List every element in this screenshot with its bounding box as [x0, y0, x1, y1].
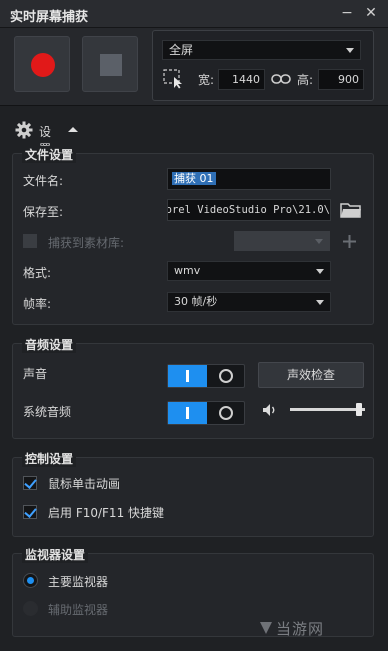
folder-icon[interactable] [340, 201, 362, 219]
title-bar: 实时屏幕捕获 − ✕ [0, 0, 388, 28]
format-dropdown[interactable]: wmv [167, 261, 331, 281]
toggle-on-icon [168, 402, 207, 424]
record-icon [31, 53, 55, 77]
close-icon[interactable]: ✕ [362, 4, 380, 22]
watermark-text: 当游网 [276, 620, 325, 638]
toggle-on-icon [168, 365, 207, 387]
saveto-value: Corel VideoStudio Pro\21.0\ [167, 204, 330, 216]
gear-icon [15, 121, 33, 139]
speaker-icon[interactable] [262, 403, 278, 417]
window-title: 实时屏幕捕获 [10, 10, 89, 25]
secondary-monitor-label: 辅助监视器 [48, 603, 109, 617]
height-input[interactable]: 900 [318, 69, 364, 90]
framerate-dropdown[interactable]: 30 帧/秒 [167, 292, 331, 312]
voice-label: 声音 [23, 367, 48, 381]
system-audio-toggle[interactable] [167, 401, 245, 425]
region-select-icon[interactable] [163, 69, 185, 89]
minimize-icon[interactable]: − [338, 4, 356, 22]
secondary-monitor-radio[interactable] [23, 601, 38, 616]
primary-monitor-radio[interactable] [23, 573, 38, 588]
sound-check-button[interactable]: 声效检查 [258, 362, 364, 388]
region-mode-value: 全屏 [169, 43, 194, 57]
width-input[interactable]: 1440 [218, 69, 265, 90]
watermark-logo-icon [260, 622, 272, 634]
audio-settings-title: 音频设置 [22, 336, 77, 353]
stop-icon [100, 54, 122, 76]
chevron-down-icon [316, 269, 324, 274]
toggle-off-icon [219, 406, 233, 420]
saveto-label: 保存至: [23, 205, 64, 219]
system-audio-label: 系统音频 [23, 405, 72, 419]
filename-value: 捕获 01 [172, 172, 216, 185]
library-dropdown[interactable] [234, 231, 330, 251]
saveto-input[interactable]: Corel VideoStudio Pro\21.0\ [167, 199, 331, 221]
filename-label: 文件名: [23, 174, 64, 188]
file-settings-title: 文件设置 [22, 146, 77, 163]
capture-region-box: 全屏 宽: 1440 高: 900 [152, 30, 374, 101]
stop-button[interactable] [82, 36, 138, 92]
link-icon[interactable] [271, 73, 291, 85]
toggle-off-icon [219, 369, 233, 383]
mouse-click-label: 鼠标单击动画 [48, 477, 121, 491]
hotkey-checkbox[interactable] [23, 505, 37, 519]
region-mode-dropdown[interactable]: 全屏 [162, 40, 361, 60]
voice-toggle[interactable] [167, 364, 245, 388]
chevron-down-icon [346, 48, 354, 53]
chevron-down-icon [315, 239, 323, 244]
monitor-settings-title: 监视器设置 [22, 546, 89, 563]
volume-slider-handle[interactable] [355, 403, 362, 416]
library-checkbox[interactable] [23, 234, 37, 248]
chevron-down-icon [316, 300, 324, 305]
system-audio-volume-slider[interactable] [290, 408, 365, 411]
format-value: wmv [174, 264, 201, 277]
control-settings-section [12, 457, 374, 537]
primary-monitor-label: 主要监视器 [48, 575, 109, 589]
mouse-click-checkbox[interactable] [23, 476, 37, 490]
hotkey-label: 启用 F10/F11 快捷键 [48, 506, 165, 520]
framerate-value: 30 帧/秒 [174, 295, 218, 308]
height-label: 高: [297, 73, 314, 87]
add-icon[interactable] [343, 235, 356, 248]
format-label: 格式: [23, 266, 52, 280]
framerate-label: 帧率: [23, 297, 52, 311]
width-label: 宽: [198, 73, 215, 87]
filename-input[interactable]: 捕获 01 [167, 168, 331, 190]
control-settings-title: 控制设置 [22, 450, 77, 467]
library-label: 捕获到素材库: [48, 236, 125, 250]
record-button[interactable] [14, 36, 70, 92]
chevron-up-icon [68, 127, 78, 132]
